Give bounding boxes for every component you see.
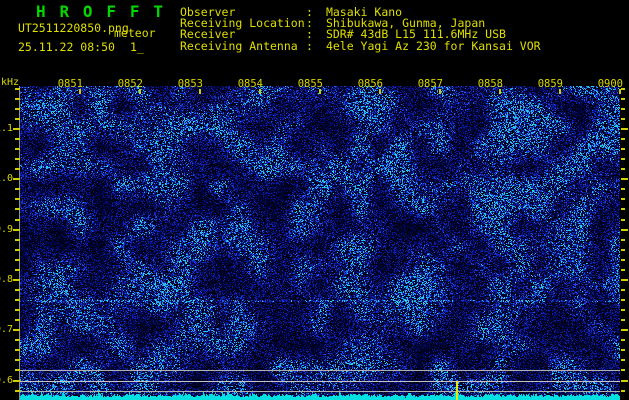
reference-line bbox=[20, 381, 620, 382]
spectrogram-plot bbox=[20, 86, 620, 400]
freq-tick-right bbox=[621, 239, 625, 241]
freq-tick-right bbox=[621, 178, 628, 180]
freq-axis-unit-label: kHz bbox=[1, 77, 20, 88]
freq-tick-right bbox=[621, 148, 625, 150]
station-info-row: Receiving Antenna:4ele Yagi Az 230 for K… bbox=[180, 38, 541, 53]
freq-tick-right bbox=[621, 299, 625, 301]
freq-tick-right bbox=[621, 390, 625, 392]
freq-tick-label: 0.6 bbox=[0, 375, 13, 386]
freq-tick-label: 1.1 bbox=[0, 123, 13, 134]
station-info-value: 4ele Yagi Az 230 for Kansai VOR bbox=[325, 38, 541, 53]
station-info-label: Receiving Antenna bbox=[180, 38, 298, 53]
freq-tick-right bbox=[621, 279, 628, 281]
freq-tick-right bbox=[621, 259, 625, 261]
freq-tick-right bbox=[621, 158, 625, 160]
freq-tick-right bbox=[621, 369, 625, 371]
event-marker-line bbox=[456, 381, 458, 400]
freq-tick-right bbox=[621, 88, 625, 90]
freq-tick-right bbox=[621, 289, 625, 291]
band-label: meteor bbox=[114, 26, 156, 40]
freq-tick-right bbox=[621, 219, 625, 221]
freq-tick-label: 1.0 bbox=[0, 173, 13, 184]
freq-tick-right bbox=[621, 229, 628, 231]
spectrogram-canvas bbox=[20, 86, 620, 400]
freq-tick-label: 0.9 bbox=[0, 224, 13, 235]
freq-tick-right bbox=[621, 329, 628, 331]
freq-tick-right bbox=[621, 380, 628, 382]
freq-tick-right bbox=[621, 128, 628, 130]
freq-tick-right bbox=[621, 138, 625, 140]
freq-tick-right bbox=[621, 269, 625, 271]
reference-line bbox=[20, 370, 620, 371]
freq-tick-label: 0.8 bbox=[0, 274, 13, 285]
freq-tick-right bbox=[621, 198, 625, 200]
station-info-separator: : bbox=[306, 38, 313, 53]
freq-tick-right bbox=[621, 359, 625, 361]
freq-tick-right bbox=[621, 188, 625, 190]
freq-tick-right bbox=[621, 98, 625, 100]
freq-tick-right bbox=[621, 208, 625, 210]
freq-tick-label: 0.7 bbox=[0, 324, 13, 335]
freq-tick-right bbox=[621, 349, 625, 351]
freq-tick-right bbox=[621, 249, 625, 251]
station-info: Observer: Masaki Kano Receiving Location: S… bbox=[180, 6, 541, 53]
capture-datetime: 25.11.22 08:50 bbox=[18, 40, 115, 54]
reference-line bbox=[20, 391, 620, 392]
sweep-counter: 1_ bbox=[130, 40, 144, 54]
freq-tick-right bbox=[621, 108, 625, 110]
freq-tick-right bbox=[621, 319, 625, 321]
freq-tick-right bbox=[621, 118, 625, 120]
capture-filename: UT2511220850.png bbox=[18, 21, 129, 35]
app-title: H R O F F T bbox=[36, 2, 166, 21]
freq-tick-right bbox=[621, 309, 625, 311]
freq-tick-right bbox=[621, 339, 625, 341]
freq-tick-right bbox=[621, 168, 625, 170]
frequency-axis-line bbox=[19, 86, 20, 400]
hrofft-window: H R O F F T UT2511220850.png meteor 25.1… bbox=[0, 0, 629, 400]
